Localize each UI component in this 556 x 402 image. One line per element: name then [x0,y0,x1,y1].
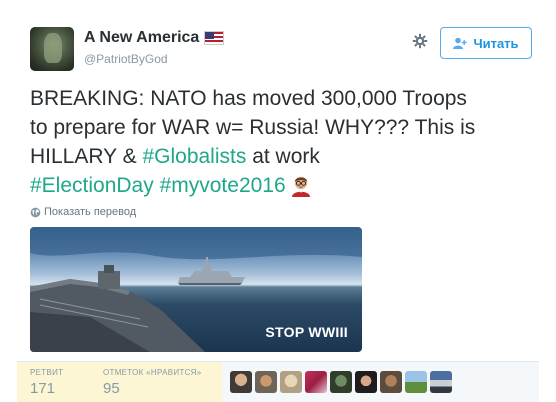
liker-avatars [230,371,452,393]
tweet-text: BREAKING: NATO has moved 300,000 Troops … [30,84,542,200]
likes-label: ОТМЕТОК «НРАВИТСЯ» [103,368,202,377]
retweets-count: 171 [30,380,56,397]
liker-avatar[interactable] [330,371,352,393]
user-display-name[interactable]: A New America [84,29,199,47]
us-flag-icon [204,31,225,45]
liker-avatar[interactable] [355,371,377,393]
add-user-icon [453,37,468,49]
tweet-line-2: to prepare for WAR w= Russia! WHY??? Thi… [30,116,476,139]
tweet-media-image[interactable]: STOP WWIII [30,227,362,352]
retweets-label: РЕТВИТ [30,368,64,377]
name-row: A New America [84,29,225,47]
liker-avatar[interactable] [280,371,302,393]
liker-avatar[interactable] [230,371,252,393]
hashtag-myvote2016[interactable]: #myvote2016 [160,174,286,197]
liker-avatar[interactable] [255,371,277,393]
liker-avatar[interactable] [305,371,327,393]
tweet-line-4: #ElectionDay #myvote2016 [30,171,542,200]
show-translation-link[interactable]: Показать перевод [30,206,136,218]
hashtag-globalists[interactable]: #Globalists [142,145,246,168]
tweet-text-segment: HILLARY & [30,145,143,168]
liker-avatar[interactable] [380,371,402,393]
gear-icon[interactable] [412,33,428,49]
follow-button-label: Читать [473,35,519,51]
globe-icon [30,207,41,217]
tweet-stats-bar: РЕТВИТ 171 ОТМЕТОК «НРАВИТСЯ» 95 [17,361,539,402]
likes-count: 95 [103,380,120,397]
man-with-glasses-emoji [291,176,310,197]
hashtag-electionday[interactable]: #ElectionDay [30,174,154,197]
user-handle[interactable]: @PatriotByGod [84,52,168,66]
tweet-text-segment: at work [246,145,320,168]
tweet-line-1: BREAKING: NATO has moved 300,000 Troops [30,87,467,110]
retweets-stat[interactable]: РЕТВИТ 171 [17,362,87,402]
user-avatar[interactable] [30,27,74,71]
tweet-line-3: HILLARY & #Globalists at work [30,142,542,171]
media-overlay-text: STOP WWIII [265,324,348,340]
liker-avatar[interactable] [430,371,452,393]
likes-stat[interactable]: ОТМЕТОК «НРАВИТСЯ» 95 [87,362,222,402]
show-translation-label: Показать перевод [44,206,137,218]
follow-button[interactable]: Читать [440,27,532,59]
liker-avatar[interactable] [405,371,427,393]
